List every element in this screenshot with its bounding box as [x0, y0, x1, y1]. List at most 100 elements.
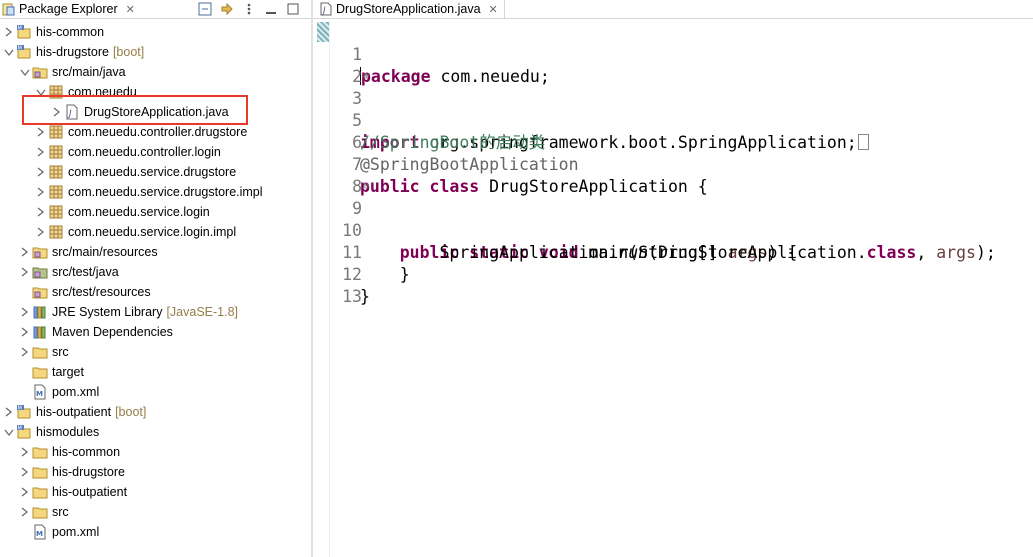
minimize-icon[interactable] — [263, 1, 279, 17]
tab-package-explorer[interactable]: Package Explorer ✕ — [0, 0, 135, 18]
tree-item-text: src — [52, 345, 69, 359]
svg-text:M: M — [36, 390, 43, 398]
srcfolder-icon — [32, 64, 48, 80]
folder-icon — [32, 464, 48, 480]
tree-item[interactable]: Mhis-common — [0, 22, 311, 42]
tree-item[interactable]: Mhis-outpatient [boot] — [0, 402, 311, 422]
tree-item[interactable]: src — [0, 502, 311, 522]
tree-item[interactable]: com.neuedu.service.login.impl — [0, 222, 311, 242]
chevron-right-icon[interactable] — [20, 465, 30, 479]
chevron-right-icon[interactable] — [36, 145, 46, 159]
xml-icon: M — [32, 384, 48, 400]
tree-item-text: com.neuedu.service.login — [68, 205, 210, 219]
tree-item[interactable]: target — [0, 362, 311, 382]
tree-item-text: his-drugstore — [52, 465, 125, 479]
collapse-all-icon[interactable] — [197, 1, 213, 17]
java-editor: J DrugStoreApplication.java ✕ 1 package … — [313, 0, 1033, 557]
link-with-editor-icon[interactable] — [219, 1, 235, 17]
code-line: 7 public class DrugStoreApplication { — [330, 132, 1033, 196]
folder-icon — [32, 344, 48, 360]
tree-item-text: com.neuedu.service.login.impl — [68, 225, 237, 239]
svg-text:M: M — [36, 530, 43, 538]
tree-item-label: hismodules — [36, 424, 99, 440]
tree-item-text: hismodules — [36, 425, 100, 439]
tree-item[interactable]: src/test/java — [0, 262, 311, 282]
tab-drugstore-application[interactable]: J DrugStoreApplication.java ✕ — [313, 0, 505, 18]
code-line: 1 package com.neuedu; — [330, 22, 1033, 86]
chevron-right-icon[interactable] — [36, 205, 46, 219]
tree-item[interactable]: com.neuedu.service.login — [0, 202, 311, 222]
close-icon[interactable]: ✕ — [126, 3, 135, 16]
project-icon: M — [16, 44, 32, 60]
xml-icon: M — [32, 524, 48, 540]
svg-text:M: M — [18, 46, 22, 52]
tree-item-label: src — [52, 344, 69, 360]
tree-item-label: src/main/resources — [52, 244, 158, 260]
tree-item[interactable]: JRE System Library [JavaSE-1.8] — [0, 302, 311, 322]
tree-item[interactable]: src/main/resources — [0, 242, 311, 262]
code-line: 3 ⊕ import org.springframework.boot.Spri… — [330, 66, 1033, 152]
code-line: 8 — [330, 154, 1033, 196]
project-icon: M — [16, 424, 32, 440]
tree-item[interactable]: src/main/java — [0, 62, 311, 82]
chevron-right-icon[interactable] — [4, 405, 14, 419]
highlight-box — [22, 95, 248, 125]
tree-item-text: pom.xml — [52, 525, 100, 539]
tree-item[interactable]: Maven Dependencies — [0, 322, 311, 342]
chevron-right-icon[interactable] — [36, 125, 46, 139]
tree-item-label: pom.xml — [52, 524, 99, 540]
project-icon: M — [16, 404, 32, 420]
package-icon — [48, 164, 64, 180]
line-number: 13 — [342, 287, 362, 306]
testfolder-icon — [32, 264, 48, 280]
tree-item[interactable]: Mhismodules — [0, 422, 311, 442]
tree-item[interactable]: Mpom.xml — [0, 382, 311, 402]
chevron-right-icon[interactable] — [36, 225, 46, 239]
tree-item-label: com.neuedu.service.login — [68, 204, 210, 220]
chevron-right-icon[interactable] — [20, 445, 30, 459]
tree-item[interactable]: his-drugstore — [0, 462, 311, 482]
svg-text:M: M — [18, 426, 22, 432]
folder-icon — [32, 364, 48, 380]
package-explorer-title: Package Explorer — [19, 2, 118, 16]
tree-item[interactable]: com.neuedu.service.drugstore.impl — [0, 182, 311, 202]
project-icon: M — [16, 24, 32, 40]
tree-item[interactable]: his-outpatient — [0, 482, 311, 502]
tree-item[interactable]: his-common — [0, 442, 311, 462]
chevron-down-icon[interactable] — [4, 425, 14, 439]
package-explorer-tab-bar: Package Explorer ✕ — [0, 0, 311, 19]
chevron-right-icon[interactable] — [20, 505, 30, 519]
tree-item[interactable]: src — [0, 342, 311, 362]
close-icon[interactable]: ✕ — [489, 3, 498, 16]
collapse-fold-icon[interactable]: ⊖ — [363, 176, 369, 198]
expand-fold-icon[interactable]: ⊕ — [363, 66, 369, 88]
chevron-right-icon[interactable] — [20, 245, 30, 259]
tree-item-text: src/test/java — [52, 265, 119, 279]
tree-item-label: src/test/resources — [52, 284, 151, 300]
chevron-down-icon[interactable] — [4, 45, 14, 59]
folder-icon — [32, 484, 48, 500]
maximize-icon[interactable] — [285, 1, 301, 17]
tree-item[interactable]: com.neuedu.service.drugstore — [0, 162, 311, 182]
tree-item[interactable]: Mhis-drugstore [boot] — [0, 42, 311, 62]
chevron-down-icon[interactable] — [20, 65, 30, 79]
chevron-right-icon[interactable] — [4, 25, 14, 39]
tree-item[interactable]: com.neuedu.controller.drugstore — [0, 122, 311, 142]
view-menu-icon[interactable] — [241, 1, 257, 17]
chevron-right-icon[interactable] — [20, 305, 30, 319]
tree-item[interactable]: Mpom.xml — [0, 522, 311, 542]
tree-item[interactable]: src/test/resources — [0, 282, 311, 302]
code-area[interactable]: 1 package com.neuedu; 2 3 ⊕ import org.s… — [330, 22, 1033, 557]
tree-item-text: com.neuedu.controller.login — [68, 145, 221, 159]
tree-item-label: src/main/java — [52, 64, 126, 80]
chevron-right-icon[interactable] — [36, 165, 46, 179]
chevron-right-icon[interactable] — [20, 485, 30, 499]
package-explorer-icon — [2, 2, 16, 16]
chevron-right-icon[interactable] — [20, 345, 30, 359]
chevron-right-icon[interactable] — [36, 185, 46, 199]
srcfolder-icon — [32, 284, 48, 300]
chevron-right-icon[interactable] — [20, 265, 30, 279]
tree-item[interactable]: com.neuedu.controller.login — [0, 142, 311, 162]
tree-item-label: target — [52, 364, 84, 380]
chevron-right-icon[interactable] — [20, 325, 30, 339]
